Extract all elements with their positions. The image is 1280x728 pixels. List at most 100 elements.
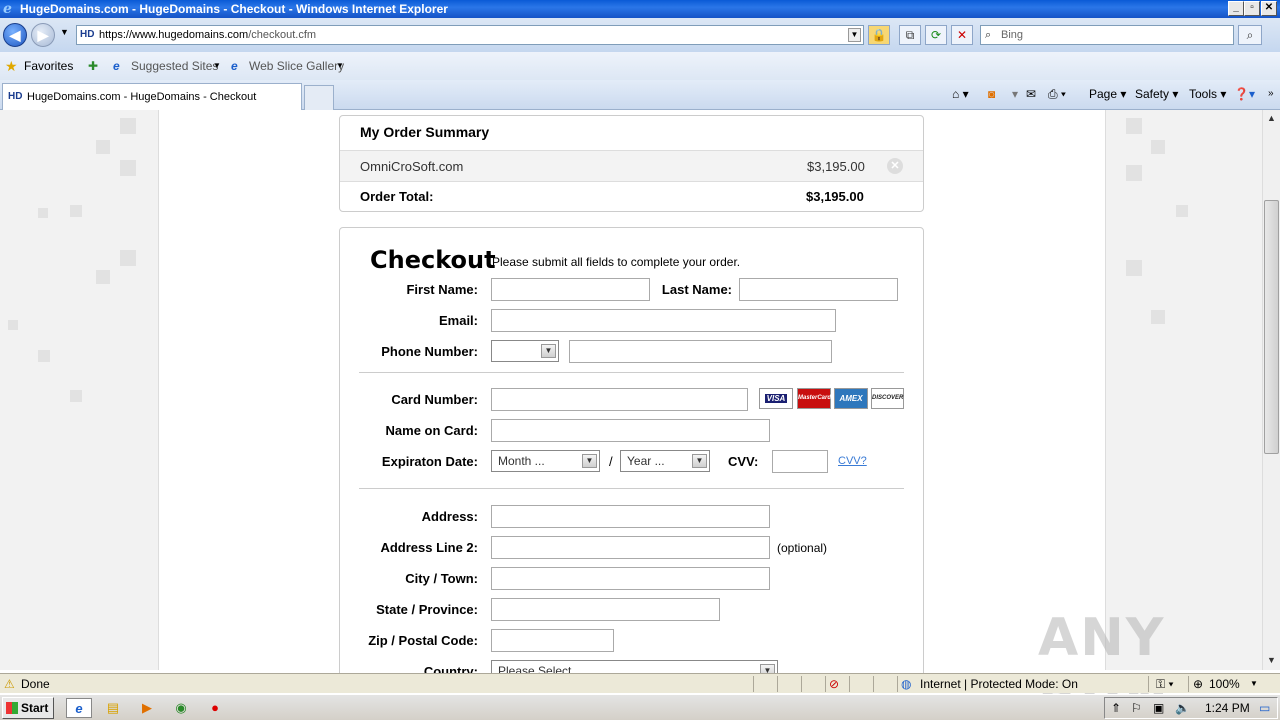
warning-icon: ⚠ bbox=[4, 677, 15, 691]
recent-pages-icon[interactable]: ▼ bbox=[60, 27, 69, 37]
close-window-button[interactable]: ✕ bbox=[1261, 1, 1277, 16]
remove-item-icon[interactable]: ✕ bbox=[887, 158, 903, 174]
minimize-button[interactable]: _ bbox=[1228, 1, 1244, 16]
cvv-field[interactable] bbox=[772, 450, 828, 473]
new-tab-button[interactable] bbox=[304, 85, 334, 110]
checkout-title: Checkout bbox=[370, 246, 496, 274]
url-path: /checkout.cfm bbox=[248, 29, 317, 41]
order-summary: My Order Summary OmniCroSoft.com $3,195.… bbox=[339, 115, 924, 212]
last-name-label: Last Name: bbox=[661, 282, 732, 297]
zip-label: Zip / Postal Code: bbox=[368, 633, 478, 648]
ie-logo-icon: e bbox=[3, 1, 12, 17]
help-icon[interactable]: ❓▾ bbox=[1234, 80, 1255, 108]
search-button[interactable]: ⌕ bbox=[1238, 25, 1262, 45]
phone-number-field[interactable] bbox=[569, 340, 832, 363]
country-row-clip: Country: Please Select ... ▼ bbox=[158, 660, 1106, 673]
compatibility-icon[interactable]: ⧉ bbox=[899, 25, 921, 45]
blocked-icon[interactable]: ⊘ bbox=[829, 674, 839, 694]
favorites-button[interactable]: Favorites bbox=[24, 52, 73, 80]
vertical-scrollbar[interactable]: ▲ ▼ bbox=[1262, 110, 1280, 670]
last-name-field[interactable] bbox=[739, 278, 898, 301]
city-label: City / Town: bbox=[405, 571, 478, 586]
discover-card-icon: DISCOVER bbox=[871, 388, 904, 409]
page-menu[interactable]: Page ▾ bbox=[1089, 80, 1126, 108]
chrome-icon[interactable]: ◉ bbox=[170, 698, 192, 718]
site-favicon-icon: HD bbox=[8, 91, 23, 102]
volume-tray-icon[interactable]: 🔈 bbox=[1175, 698, 1190, 718]
phone-country-select[interactable]: ▼ bbox=[491, 340, 559, 362]
tab-bar: HD HugeDomains.com - HugeDomains - Check… bbox=[0, 80, 1280, 110]
refresh-icon[interactable]: ⟳ bbox=[925, 25, 947, 45]
media-player-icon[interactable]: ▶ bbox=[136, 698, 158, 718]
zoom-level[interactable]: 100% bbox=[1209, 674, 1240, 694]
chevron-right-icon[interactable]: » bbox=[1268, 80, 1274, 108]
security-alert-icon[interactable]: ● bbox=[204, 698, 226, 718]
name-on-card-field[interactable] bbox=[491, 419, 770, 442]
country-select[interactable]: Please Select ... ▼ bbox=[491, 660, 778, 673]
search-placeholder: Bing bbox=[1001, 29, 1024, 41]
ie-taskbar-icon[interactable]: e bbox=[66, 698, 92, 718]
lock-icon[interactable]: 🔒 bbox=[868, 25, 890, 45]
scroll-thumb[interactable] bbox=[1264, 200, 1279, 454]
first-name-label: First Name: bbox=[406, 282, 478, 297]
clock[interactable]: 1:24 PM bbox=[1205, 698, 1250, 718]
print-icon[interactable]: ⎙ ▾ bbox=[1048, 80, 1066, 108]
feeds-dropdown-icon[interactable]: ▾ bbox=[1012, 80, 1018, 108]
card-number-field[interactable] bbox=[491, 388, 748, 411]
flag-tray-icon[interactable]: ⚐ bbox=[1131, 698, 1142, 718]
zip-field[interactable] bbox=[491, 629, 614, 652]
scroll-up-icon[interactable]: ▲ bbox=[1264, 111, 1279, 126]
add-favorite-icon[interactable]: ✚ bbox=[88, 52, 98, 80]
name-on-card-label: Name on Card: bbox=[385, 423, 478, 438]
ie-window: e HugeDomains.com - HugeDomains - Checko… bbox=[0, 0, 1280, 728]
home-icon[interactable]: ⌂ ▾ bbox=[952, 80, 969, 108]
tab-checkout[interactable]: HD HugeDomains.com - HugeDomains - Check… bbox=[2, 83, 302, 110]
protected-mode-icon[interactable]: ⚿ ▾ bbox=[1156, 674, 1174, 694]
feeds-icon[interactable]: ◙ bbox=[988, 80, 995, 108]
cvv-help-link[interactable]: CVV? bbox=[838, 455, 867, 467]
amex-card-icon: AMEX bbox=[834, 388, 868, 409]
expiration-month-select[interactable]: Month ... ▼ bbox=[491, 450, 600, 472]
tray-expand-icon[interactable]: ⇑ bbox=[1111, 698, 1121, 718]
explorer-folder-icon[interactable]: ▤ bbox=[102, 698, 124, 718]
maximize-button[interactable]: ▫ bbox=[1244, 1, 1260, 16]
suggested-sites-button[interactable]: Suggested Sites bbox=[131, 52, 218, 80]
country-label: Country: bbox=[423, 664, 478, 673]
email-label: Email: bbox=[438, 313, 478, 328]
address-line2-label: Address Line 2: bbox=[380, 540, 478, 555]
back-button[interactable]: ◀ bbox=[3, 23, 27, 47]
email-field[interactable] bbox=[491, 309, 836, 332]
address-bar[interactable]: HD https://www.hugedomains.com/checkout.… bbox=[76, 25, 864, 45]
card-number-label: Card Number: bbox=[391, 392, 478, 407]
web-slice-gallery-button[interactable]: Web Slice Gallery bbox=[249, 52, 344, 80]
show-desktop-icon[interactable]: ▭ bbox=[1259, 698, 1270, 718]
expiration-year-select[interactable]: Year ... ▼ bbox=[620, 450, 710, 472]
tools-menu[interactable]: Tools ▾ bbox=[1189, 80, 1226, 108]
search-input[interactable]: ⌕ Bing bbox=[980, 25, 1234, 45]
scroll-down-icon[interactable]: ▼ bbox=[1264, 653, 1279, 668]
navigation-bar: ◀ ▶ ▼ HD https://www.hugedomains.com/che… bbox=[0, 18, 1280, 52]
zoom-dropdown-icon[interactable]: ▼ bbox=[1250, 674, 1258, 694]
summary-title: My Order Summary bbox=[360, 124, 490, 140]
window-title: HugeDomains.com - HugeDomains - Checkout… bbox=[20, 2, 448, 16]
network-tray-icon[interactable]: ▣ bbox=[1153, 698, 1164, 718]
mastercard-icon: MasterCard bbox=[797, 388, 831, 409]
address-dropdown-icon[interactable]: ▼ bbox=[848, 28, 861, 42]
order-total-value: $3,195.00 bbox=[806, 189, 864, 204]
state-field[interactable] bbox=[491, 598, 720, 621]
mail-icon[interactable]: ✉ bbox=[1026, 80, 1036, 108]
city-field[interactable] bbox=[491, 567, 770, 590]
system-tray: ⇑ ⚐ ▣ 🔈 1:24 PM ▭ bbox=[1104, 697, 1278, 719]
start-button[interactable]: Start bbox=[2, 697, 54, 719]
summary-item-row: OmniCroSoft.com $3,195.00 ✕ bbox=[340, 150, 923, 182]
dropdown-arrow-icon: ▼ bbox=[760, 664, 775, 673]
taskbar: Start e ▤ ▶ ◉ ● ⇑ ⚐ ▣ 🔈 1:24 PM ▭ bbox=[0, 694, 1280, 720]
address-field[interactable] bbox=[491, 505, 770, 528]
right-background bbox=[1106, 110, 1262, 670]
safety-menu[interactable]: Safety ▾ bbox=[1135, 80, 1178, 108]
tab-label: HugeDomains.com - HugeDomains - Checkout bbox=[27, 91, 257, 103]
stop-icon[interactable]: ✕ bbox=[951, 25, 973, 45]
address-line2-field[interactable] bbox=[491, 536, 770, 559]
zoom-icon: ⊕ bbox=[1193, 677, 1204, 691]
forward-button[interactable]: ▶ bbox=[31, 23, 55, 47]
